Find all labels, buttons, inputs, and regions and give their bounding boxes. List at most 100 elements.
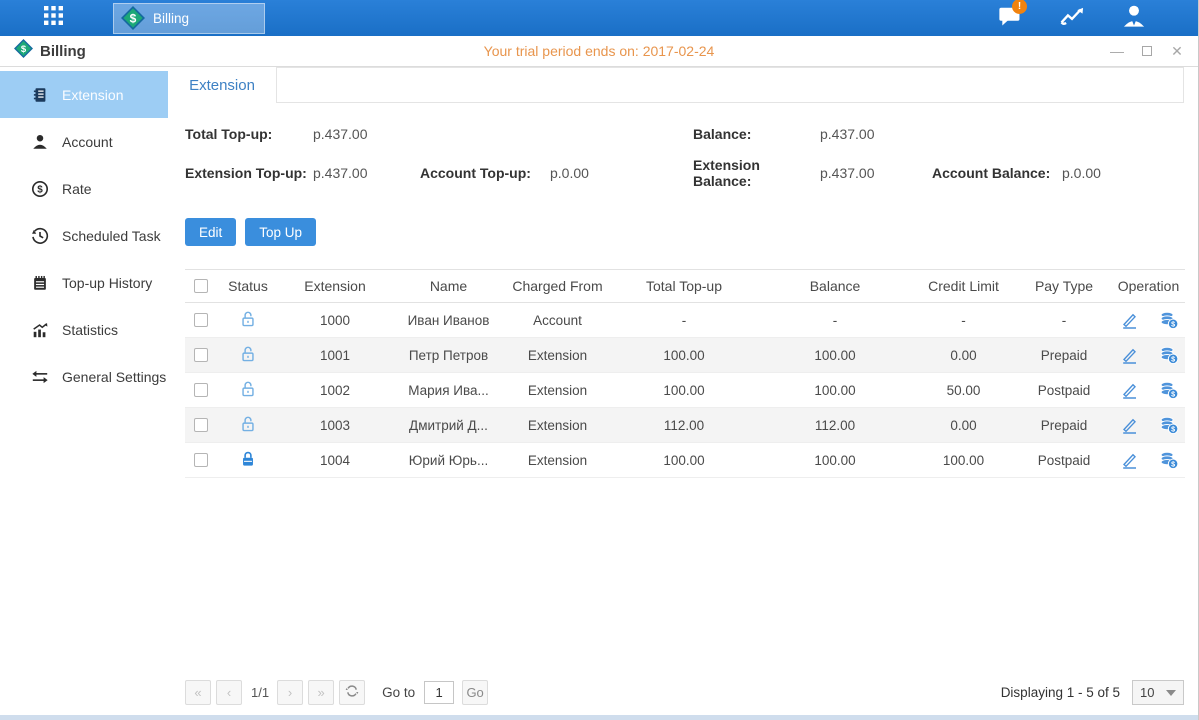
go-button[interactable]: Go bbox=[462, 680, 488, 705]
svg-text:$: $ bbox=[130, 11, 137, 25]
minimize-button[interactable]: — bbox=[1110, 44, 1124, 58]
table-row: 1003Дмитрий Д...Extension112.00112.000.0… bbox=[185, 408, 1185, 443]
edit-icon[interactable] bbox=[1119, 345, 1139, 365]
operation-cell: $ bbox=[1112, 408, 1185, 443]
credit-limit-cell: 0.00 bbox=[911, 338, 1016, 373]
edit-icon[interactable] bbox=[1119, 415, 1139, 435]
extension-topup-value: p.437.00 bbox=[313, 165, 420, 181]
column-header-total-top-up: Total Top-up bbox=[609, 270, 759, 303]
last-page-button[interactable]: » bbox=[308, 680, 334, 705]
table-body: 1000Иван ИвановAccount----$1001Петр Петр… bbox=[185, 303, 1185, 478]
column-header-credit-limit: Credit Limit bbox=[911, 270, 1016, 303]
edit-button[interactable]: Edit bbox=[185, 218, 236, 246]
balance-cell: 100.00 bbox=[759, 338, 911, 373]
total-topup-cell: 100.00 bbox=[609, 443, 759, 478]
topup-icon[interactable]: $ bbox=[1159, 415, 1179, 435]
sidebar-item-top-up-history[interactable]: Top-up History bbox=[0, 259, 168, 306]
charged-from-cell: Account bbox=[506, 303, 609, 338]
statistics-icon bbox=[30, 320, 49, 339]
svg-text:$: $ bbox=[1171, 426, 1175, 434]
displaying-count: Displaying 1 - 5 of 5 bbox=[1001, 685, 1120, 700]
sidebar-item-extension[interactable]: Extension bbox=[0, 71, 168, 118]
close-button[interactable]: ✕ bbox=[1170, 44, 1184, 58]
notifications-button[interactable]: ! bbox=[992, 3, 1028, 33]
top-up-button[interactable]: Top Up bbox=[245, 218, 316, 246]
balance-value: p.437.00 bbox=[820, 126, 932, 142]
column-header-operation: Operation bbox=[1112, 270, 1185, 303]
topup-history-icon bbox=[30, 273, 49, 292]
status-cell bbox=[217, 338, 279, 373]
topup-icon[interactable]: $ bbox=[1159, 380, 1179, 400]
row-select-cell bbox=[185, 408, 217, 443]
sidebar-item-statistics[interactable]: Statistics bbox=[0, 306, 168, 353]
row-select-cell bbox=[185, 303, 217, 338]
row-checkbox[interactable] bbox=[194, 418, 208, 432]
select-all-checkbox[interactable] bbox=[194, 279, 208, 293]
sidebar-item-label: Account bbox=[62, 134, 113, 150]
table-row: 1001Петр ПетровExtension100.00100.000.00… bbox=[185, 338, 1185, 373]
prev-page-button[interactable]: ‹ bbox=[216, 680, 242, 705]
goto-label: Go to bbox=[382, 685, 415, 700]
window-body: Extension Account $ Rate Scheduled Task Top-u… bbox=[0, 67, 1198, 715]
total-topup-cell: 100.00 bbox=[609, 373, 759, 408]
extension-balance-value: p.437.00 bbox=[820, 165, 932, 181]
row-checkbox[interactable] bbox=[194, 383, 208, 397]
charged-from-cell: Extension bbox=[506, 373, 609, 408]
column-header-name: Name bbox=[391, 270, 506, 303]
person-icon bbox=[1121, 3, 1147, 34]
unlocked-icon bbox=[239, 380, 257, 398]
rate-icon: $ bbox=[30, 179, 49, 198]
row-checkbox[interactable] bbox=[194, 453, 208, 467]
billing-app-window: $ Billing ! bbox=[0, 0, 1199, 720]
credit-limit-cell: 100.00 bbox=[911, 443, 1016, 478]
balance-cell: 112.00 bbox=[759, 408, 911, 443]
app-launcher-button[interactable] bbox=[36, 3, 70, 33]
total-topup-cell: 112.00 bbox=[609, 408, 759, 443]
topup-icon[interactable]: $ bbox=[1159, 345, 1179, 365]
edit-icon[interactable] bbox=[1119, 310, 1139, 330]
page-size-select[interactable]: 10 bbox=[1132, 680, 1184, 705]
sidebar-item-general-settings[interactable]: General Settings bbox=[0, 353, 168, 400]
sidebar-item-scheduled-task[interactable]: Scheduled Task bbox=[0, 212, 168, 259]
account-topup-value: p.0.00 bbox=[550, 165, 693, 181]
edit-icon[interactable] bbox=[1119, 450, 1139, 470]
sidebar-item-label: Top-up History bbox=[62, 275, 152, 291]
sidebar-item-label: General Settings bbox=[62, 369, 166, 385]
pagination-right: Displaying 1 - 5 of 5 10 bbox=[1001, 680, 1184, 705]
row-checkbox[interactable] bbox=[194, 348, 208, 362]
column-header-balance: Balance bbox=[759, 270, 911, 303]
balance-cell: - bbox=[759, 303, 911, 338]
tab-extension[interactable]: Extension bbox=[168, 67, 276, 103]
window-title-group: $ Billing bbox=[14, 39, 86, 63]
next-page-button[interactable]: › bbox=[277, 680, 303, 705]
trial-notice: Your trial period ends on: 2017-02-24 bbox=[0, 43, 1198, 59]
balance-cell: 100.00 bbox=[759, 443, 911, 478]
window-titlebar: $ Billing Your trial period ends on: 201… bbox=[0, 36, 1198, 67]
status-cell bbox=[217, 408, 279, 443]
name-cell: Мария Ива... bbox=[391, 373, 506, 408]
extension-cell: 1000 bbox=[279, 303, 391, 338]
refresh-icon bbox=[345, 684, 359, 701]
sidebar-item-label: Rate bbox=[62, 181, 92, 197]
window-title: Billing bbox=[40, 43, 86, 60]
total-topup-value: p.437.00 bbox=[313, 126, 420, 142]
topup-icon[interactable]: $ bbox=[1159, 450, 1179, 470]
sidebar-item-account[interactable]: Account bbox=[0, 118, 168, 165]
extension-balance-label: Extension Balance: bbox=[693, 157, 820, 189]
topup-icon[interactable]: $ bbox=[1159, 310, 1179, 330]
refresh-button[interactable] bbox=[339, 680, 365, 705]
account-topup-label: Account Top-up: bbox=[420, 165, 550, 181]
extensions-table: StatusExtensionNameCharged FromTotal Top… bbox=[185, 269, 1185, 478]
maximize-button[interactable] bbox=[1140, 44, 1154, 58]
goto-page-input[interactable] bbox=[424, 681, 454, 704]
sidebar-item-rate[interactable]: $ Rate bbox=[0, 165, 168, 212]
resource-monitor-button[interactable] bbox=[1054, 3, 1090, 33]
first-page-button[interactable]: « bbox=[185, 680, 211, 705]
edit-icon[interactable] bbox=[1119, 380, 1139, 400]
user-account-button[interactable] bbox=[1116, 3, 1152, 33]
pagination-bar: « ‹ 1/1 › » Go to bbox=[185, 680, 1184, 705]
balance-cell: 100.00 bbox=[759, 373, 911, 408]
account-icon bbox=[30, 132, 49, 151]
taskbar-billing-button[interactable]: $ Billing bbox=[113, 3, 265, 34]
row-checkbox[interactable] bbox=[194, 313, 208, 327]
